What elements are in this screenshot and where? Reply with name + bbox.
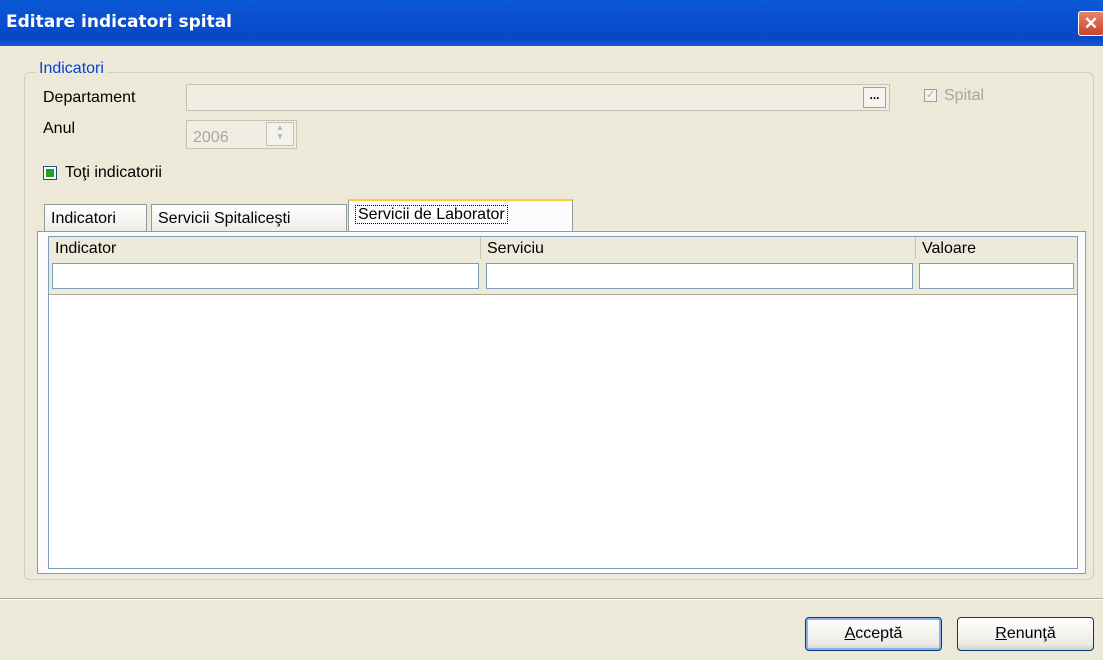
accept-label: cceptă bbox=[855, 625, 903, 642]
footer-separator bbox=[0, 598, 1103, 600]
browse-button[interactable]: ... bbox=[863, 87, 886, 108]
cancel-button[interactable]: Renunţă bbox=[957, 617, 1094, 651]
cancel-mnemonic: R bbox=[995, 625, 1007, 642]
spin-up-icon[interactable]: ▲ bbox=[267, 123, 293, 132]
accept-button[interactable]: Acceptă bbox=[805, 617, 942, 651]
cancel-label: enunţă bbox=[1006, 625, 1056, 642]
filter-serviciu-input[interactable] bbox=[486, 263, 913, 289]
title-bar[interactable]: Editare indicatori spital ✕ bbox=[0, 0, 1103, 46]
groupbox-legend: Indicatori bbox=[36, 60, 107, 78]
window-title: Editare indicatori spital bbox=[6, 12, 232, 32]
tab-indicatori-label: Indicatori bbox=[51, 210, 116, 227]
filter-valoare-input[interactable] bbox=[919, 263, 1074, 289]
tab-servicii-de-laborator[interactable]: Servicii de Laborator bbox=[348, 199, 573, 233]
anul-label: Anul bbox=[43, 120, 76, 137]
spital-checkbox[interactable]: ✓ bbox=[924, 89, 937, 102]
spin-down-icon[interactable]: ▼ bbox=[267, 132, 293, 141]
tab-indicatori[interactable]: Indicatori bbox=[44, 204, 147, 232]
tab-servicii-spitalicesti-label: Servicii Spitaliceşti bbox=[158, 210, 291, 227]
departament-label: Departament bbox=[43, 89, 136, 106]
dialog-window: Editare indicatori spital ✕ Indicatori D… bbox=[0, 0, 1103, 660]
checked-square-icon bbox=[46, 169, 54, 177]
year-spinner[interactable]: ▲ ▼ bbox=[266, 122, 294, 146]
accept-mnemonic: A bbox=[844, 625, 856, 642]
tab-servicii-spitalicesti[interactable]: Servicii Spitaliceşti bbox=[151, 204, 347, 232]
filter-indicator-input[interactable] bbox=[52, 263, 479, 289]
column-header-serviciu[interactable]: Serviciu bbox=[481, 237, 916, 259]
column-header-valoare[interactable]: Valoare bbox=[916, 237, 1077, 259]
close-icon[interactable]: ✕ bbox=[1078, 11, 1103, 36]
toti-indicatorii-label: Toţi indicatorii bbox=[65, 164, 162, 181]
tab-servicii-de-laborator-label: Servicii de Laborator bbox=[355, 205, 508, 224]
column-header-indicator[interactable]: Indicator bbox=[49, 237, 481, 259]
grid-header: Indicator Serviciu Valoare bbox=[49, 237, 1077, 295]
toti-indicatorii-checkbox[interactable] bbox=[43, 166, 57, 180]
spital-label: Spital bbox=[944, 87, 985, 104]
departament-field[interactable] bbox=[186, 84, 890, 111]
